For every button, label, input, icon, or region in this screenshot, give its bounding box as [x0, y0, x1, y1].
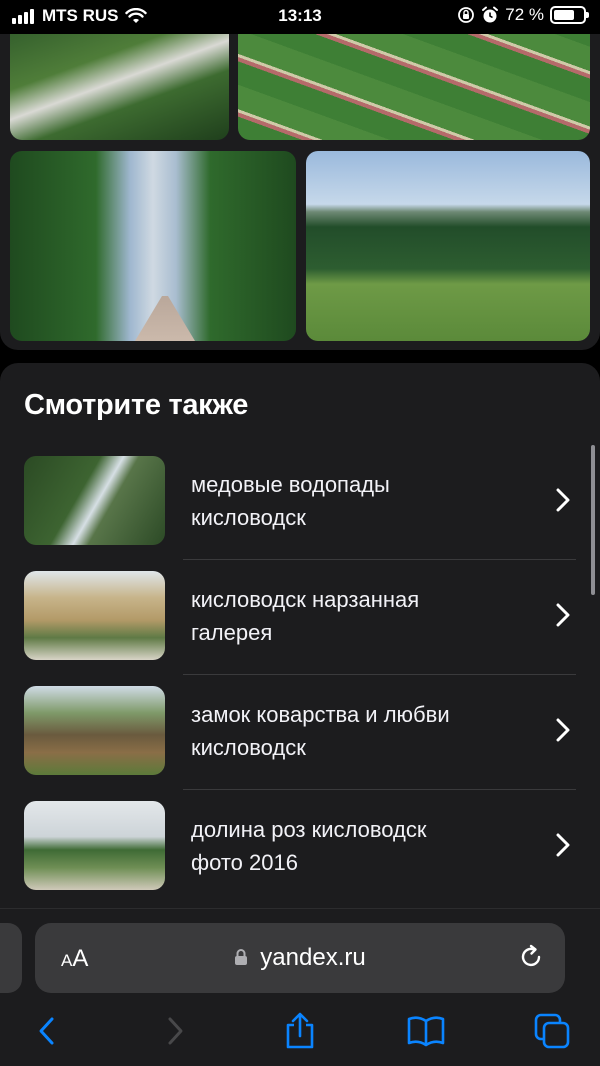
thumbnail-image: [24, 571, 165, 660]
url-display[interactable]: yandex.ru: [35, 944, 565, 972]
image-result[interactable]: [238, 20, 590, 140]
browser-toolbar: [0, 1009, 600, 1059]
share-icon: [286, 1012, 314, 1049]
url-text: yandex.ru: [260, 944, 366, 971]
browser-bottom-bar: AA yandex.ru: [0, 908, 600, 1066]
status-right: 72 %: [457, 5, 589, 25]
suggestion-label: медовые водопады кисловодск: [191, 471, 390, 530]
chevron-right-icon: [556, 603, 570, 627]
thumbnail-image: [24, 801, 165, 890]
list-item[interactable]: медовые водопады кисловодск: [0, 456, 600, 571]
list-item[interactable]: долина роз кисловодск фото 2016: [0, 801, 600, 916]
back-button[interactable]: [26, 1009, 66, 1053]
lock-icon: [235, 949, 248, 965]
list-item[interactable]: замок коварства и любви кисловодск: [0, 686, 600, 801]
book-icon: [407, 1016, 445, 1047]
battery-percent: 72 %: [505, 5, 544, 24]
previous-tab-edge[interactable]: [0, 923, 22, 993]
image-results-grid: [0, 0, 600, 350]
chevron-right-icon: [556, 488, 570, 512]
battery-icon: [550, 6, 589, 24]
suggestion-label: долина роз кисловодск фото 2016: [191, 816, 427, 875]
reload-icon[interactable]: [517, 943, 545, 971]
share-button[interactable]: [280, 1009, 320, 1053]
list-item[interactable]: кисловодск нарзанная галерея: [0, 571, 600, 686]
chevron-left-icon: [39, 1017, 54, 1045]
see-also-panel: Смотрите также медовые водопады кисловод…: [0, 363, 600, 923]
orientation-lock-icon: [458, 7, 475, 23]
forward-button[interactable]: [156, 1009, 196, 1053]
chevron-right-icon: [556, 718, 570, 742]
suggestion-label: кисловодск нарзанная галерея: [191, 586, 420, 645]
chevron-right-icon: [168, 1017, 183, 1045]
divider: [183, 559, 576, 560]
suggestion-label: замок коварства и любви кисловодск: [191, 701, 450, 760]
alarm-icon: [482, 6, 499, 23]
image-result[interactable]: [10, 20, 229, 140]
address-bar[interactable]: AA yandex.ru: [35, 923, 565, 993]
image-result[interactable]: [306, 151, 590, 341]
thumbnail-image: [24, 456, 165, 545]
status-bar: MTS RUS 13:13 72 %: [0, 0, 600, 34]
bookmarks-button[interactable]: [406, 1009, 446, 1053]
tabs-button[interactable]: [532, 1009, 572, 1053]
divider: [183, 789, 576, 790]
tabs-icon: [534, 1013, 570, 1049]
see-also-title: Смотрите также: [24, 389, 249, 421]
chevron-right-icon: [556, 833, 570, 857]
thumbnail-image: [24, 686, 165, 775]
divider: [183, 674, 576, 675]
image-result[interactable]: [10, 151, 296, 341]
